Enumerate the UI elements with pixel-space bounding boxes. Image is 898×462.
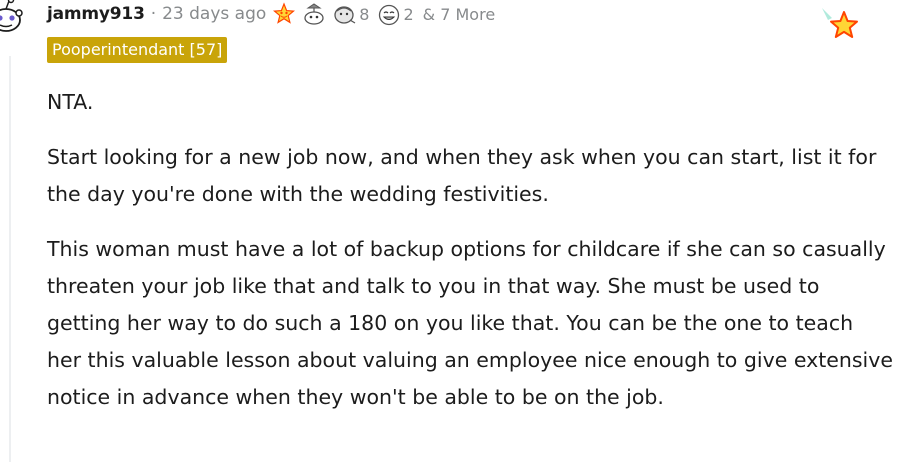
comment-paragraph: This woman must have a lot of backup opt…	[47, 237, 893, 409]
give-award-star-icon[interactable]	[818, 4, 866, 48]
comment-paragraph: Start looking for a new job now, and whe…	[47, 145, 877, 206]
starstruck-icon	[273, 2, 296, 24]
award-rocket[interactable]	[300, 2, 328, 26]
award-laughing[interactable]: 2	[376, 2, 416, 26]
award-starstruck[interactable]	[272, 2, 296, 26]
award-count: 8	[359, 4, 370, 24]
wholesome-seal-icon	[334, 6, 356, 24]
comment-header: jammy913 · 23 days ago 8 2 & 7 More	[47, 2, 495, 26]
user-flair: Pooperintendant [57]	[47, 37, 228, 63]
rocket-like-icon	[304, 3, 324, 25]
author-username[interactable]: jammy913	[47, 4, 145, 24]
comment-body: NTA. Start looking for a new job now, an…	[47, 84, 893, 434]
comment-paragraph: NTA.	[47, 90, 94, 114]
more-awards-link[interactable]: & 7 More	[423, 5, 496, 24]
awards-row[interactable]: 8 2 & 7 More	[272, 2, 495, 26]
award-wholesome-seal[interactable]: 8	[332, 2, 372, 26]
award-count: 2	[403, 4, 414, 24]
laughing-face-icon	[379, 4, 400, 26]
thread-line[interactable]	[9, 56, 11, 462]
snoo-avatar-icon[interactable]	[0, 0, 26, 40]
meta-separator: ·	[150, 4, 157, 24]
comment-timestamp[interactable]: 23 days ago	[162, 4, 266, 24]
